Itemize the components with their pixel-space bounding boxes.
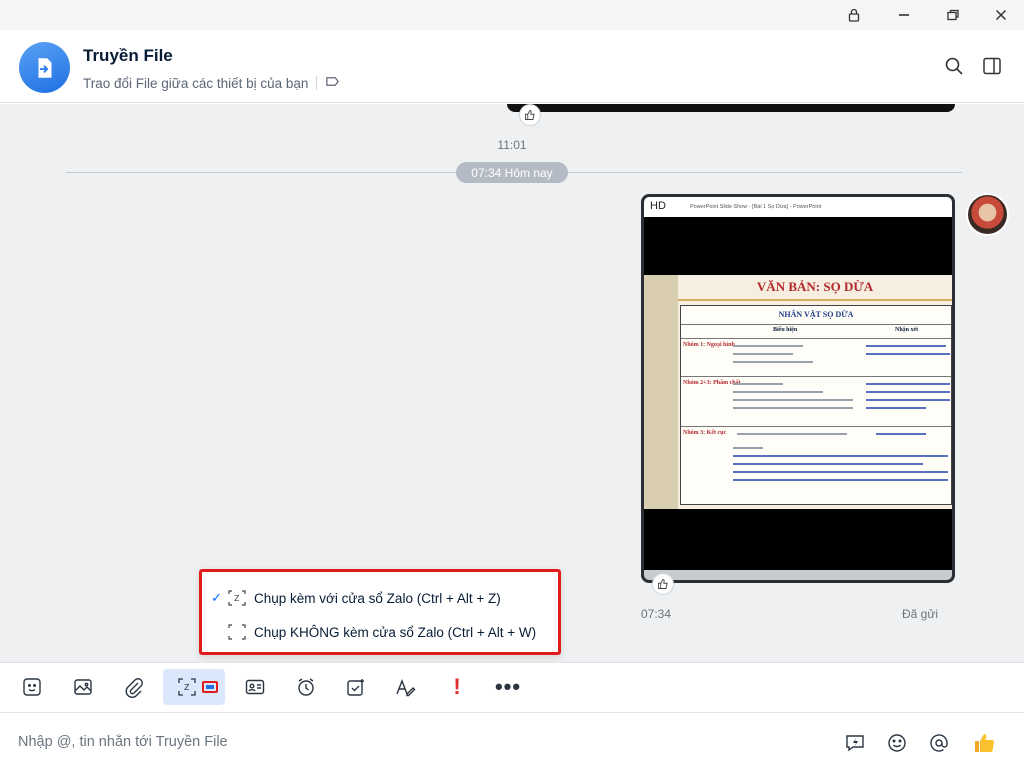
svg-text:Z: Z xyxy=(234,594,240,603)
subtitle-text: Trao đổi File giữa các thiết bị của bạn xyxy=(83,75,309,91)
text-line xyxy=(876,433,926,435)
tag-icon[interactable] xyxy=(325,74,340,92)
text-line xyxy=(733,391,823,393)
text-line xyxy=(733,383,783,385)
subtitle-separator xyxy=(316,76,318,90)
slide-decoration xyxy=(644,275,678,509)
text-line xyxy=(866,353,950,355)
search-icon[interactable] xyxy=(941,53,967,79)
text-line xyxy=(733,353,793,355)
text-line xyxy=(733,407,853,409)
col-header: Nhận xét xyxy=(895,327,919,333)
text-line xyxy=(737,433,847,435)
sidebar-toggle-icon[interactable] xyxy=(979,53,1005,79)
exclamation-icon: ! xyxy=(453,674,461,699)
capture-without-window-icon xyxy=(226,623,248,641)
contact-card-icon[interactable] xyxy=(238,669,272,705)
slide-table-row: Nhóm 1: Ngoại hình xyxy=(681,338,951,376)
text-line xyxy=(733,447,763,449)
capture-without-window-option[interactable]: Chụp KHÔNG kèm cửa sổ Zalo (Ctrl + Alt +… xyxy=(202,615,558,649)
more-options-button[interactable]: ••• xyxy=(491,669,525,705)
quick-message-icon[interactable] xyxy=(841,729,869,757)
reminder-icon[interactable] xyxy=(289,669,323,705)
close-icon[interactable] xyxy=(988,3,1014,27)
task-icon[interactable] xyxy=(339,669,373,705)
like-reaction-icon[interactable] xyxy=(653,574,673,594)
composer-toolbar: Z ! ••• xyxy=(0,662,1024,713)
col-header: Biểu hiện xyxy=(773,327,798,333)
slide-title: VĂN BẢN: SỌ DỪA xyxy=(756,279,874,294)
attachment-icon[interactable] xyxy=(117,669,151,705)
slide-table-header-row: Biểu hiện Nhận xét xyxy=(681,324,951,338)
text-line xyxy=(733,463,923,465)
message-status: Đã gửi xyxy=(902,607,939,621)
screenshot-options-menu: ✓ Z Chụp kèm với cửa sổ Zalo (Ctrl + Alt… xyxy=(199,569,561,655)
screenshot-status-bar xyxy=(644,570,952,580)
text-line xyxy=(866,399,950,401)
mention-icon[interactable] xyxy=(925,729,953,757)
slide-rule xyxy=(678,299,952,301)
screenshot-button[interactable]: Z xyxy=(163,669,225,705)
menu-item-label: Chụp KHÔNG kèm cửa sổ Zalo (Ctrl + Alt +… xyxy=(254,624,537,640)
screenshot-window-title: PowerPoint Slide Show - [Bài 1 Sọ Dừa] -… xyxy=(690,204,822,210)
row-label: Nhóm 2+3: Phẩm chất xyxy=(683,380,741,386)
text-line xyxy=(733,455,948,457)
conversation-subtitle: Trao đổi File giữa các thiết bị của bạn xyxy=(83,74,340,92)
text-line xyxy=(733,399,853,401)
hd-badge: HD xyxy=(650,200,666,212)
file-transfer-avatar[interactable] xyxy=(19,42,70,93)
message-time: 07:34 xyxy=(641,607,672,621)
text-line xyxy=(866,345,946,347)
screenshot-window-bar: HD PowerPoint Slide Show - [Bài 1 Sọ Dừa… xyxy=(644,197,952,217)
slide-table-title: NHÂN VẬT SỌ DỪA xyxy=(778,310,854,319)
row-label: Nhóm 3: Kết cục xyxy=(683,430,727,436)
lock-icon[interactable] xyxy=(841,3,867,27)
text-line xyxy=(733,479,948,481)
text-line xyxy=(866,391,950,393)
previous-image-message[interactable] xyxy=(507,104,955,112)
checkmark-icon: ✓ xyxy=(211,590,222,605)
slide-table-row: Nhóm 2+3: Phẩm chất xyxy=(681,376,951,426)
message-input[interactable] xyxy=(18,731,818,753)
like-reaction-icon[interactable] xyxy=(520,105,540,125)
capture-with-window-icon: Z xyxy=(226,589,248,607)
slide-content: VĂN BẢN: SỌ DỪA NHÂN VẬT SỌ DỪA Biểu hiệ… xyxy=(644,275,952,509)
window-titlebar xyxy=(0,0,1024,30)
conversation-header: Truyền File Trao đổi File giữa các thiết… xyxy=(0,30,1024,103)
conversation-title: Truyền File xyxy=(83,46,173,65)
thumbs-up-icon[interactable] xyxy=(970,729,998,757)
text-line xyxy=(733,471,948,473)
text-line xyxy=(866,383,950,385)
image-icon[interactable] xyxy=(66,669,100,705)
minimize-icon[interactable] xyxy=(891,3,917,27)
message-composer xyxy=(0,713,1024,770)
image-message[interactable]: HD PowerPoint Slide Show - [Bài 1 Sọ Dừa… xyxy=(641,194,955,583)
sticker-icon[interactable] xyxy=(15,669,49,705)
capture-with-window-option[interactable]: ✓ Z Chụp kèm với cửa sổ Zalo (Ctrl + Alt… xyxy=(202,581,558,615)
screenshot-options-toggle[interactable] xyxy=(202,681,218,693)
emoji-icon[interactable] xyxy=(883,729,911,757)
text-line xyxy=(733,361,813,363)
text-line xyxy=(866,407,926,409)
slide-table: NHÂN VẬT SỌ DỪA Biểu hiện Nhận xét Nhóm … xyxy=(680,305,952,505)
more-icon: ••• xyxy=(494,674,522,699)
row-label: Nhóm 1: Ngoại hình xyxy=(683,342,735,348)
svg-text:Z: Z xyxy=(184,683,190,692)
menu-item-label: Chụp kèm với cửa sổ Zalo (Ctrl + Alt + Z… xyxy=(254,590,501,606)
text-line xyxy=(733,345,803,347)
slide-table-row: Nhóm 3: Kết cục xyxy=(681,426,951,506)
sender-avatar[interactable] xyxy=(966,193,1009,236)
text-format-icon[interactable] xyxy=(388,669,422,705)
previous-message-time: 11:01 xyxy=(497,138,527,152)
restore-icon[interactable] xyxy=(940,3,966,27)
date-divider: 07:34 Hôm nay xyxy=(456,162,568,183)
urgent-message-button[interactable]: ! xyxy=(440,669,474,705)
